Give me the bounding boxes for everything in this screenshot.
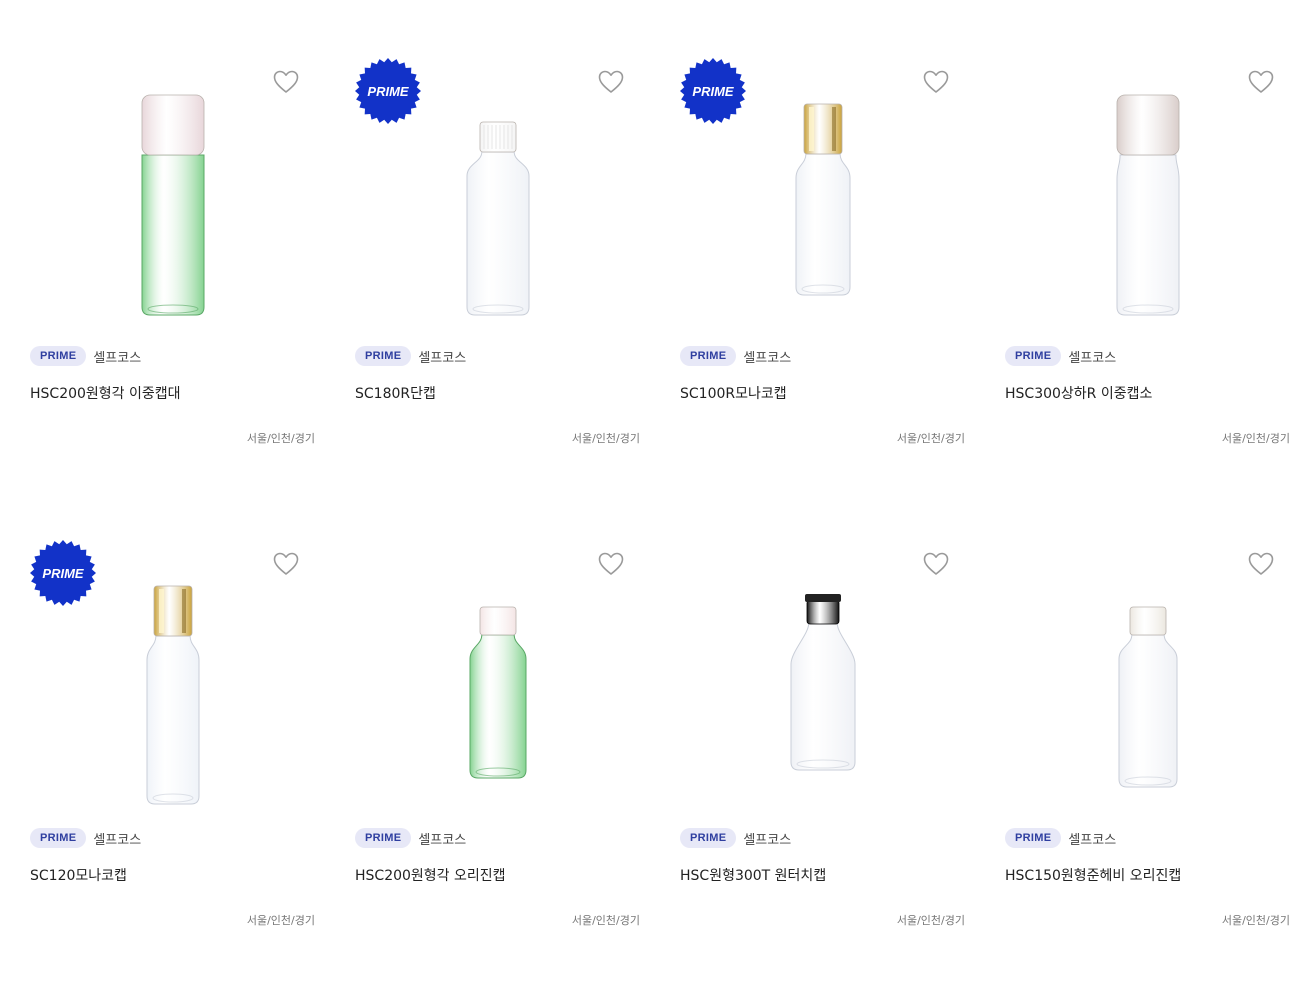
meta-row: PRIME 셀프코스 bbox=[355, 827, 640, 849]
product-grid: PRIME 셀프코스 HSC200원형각 이중캡대 서울/인천/경기 PRIME… bbox=[30, 40, 1294, 1004]
brand-name: 셀프코스 bbox=[93, 832, 142, 848]
bottle-illustration bbox=[141, 94, 204, 316]
product-card[interactable]: PRIME 셀프코스 HSC200원형각 오리진캡 서울/인천/경기 bbox=[355, 522, 640, 1004]
delivery-region: 서울/인천/경기 bbox=[896, 914, 965, 927]
product-name[interactable]: HSC300상하R 이중캡소 bbox=[1005, 383, 1290, 403]
meta-row: PRIME 셀프코스 bbox=[680, 827, 965, 849]
bottle-illustration bbox=[146, 585, 199, 805]
bottle-illustration bbox=[795, 103, 850, 296]
product-card[interactable]: PRIME 셀프코스 HSC원형300T 원터치캡 서울/인천/경기 bbox=[680, 522, 965, 1004]
product-name[interactable]: HSC원형300T 원터치캡 bbox=[680, 865, 965, 885]
delivery-region: 서울/인천/경기 bbox=[1221, 914, 1290, 927]
product-card[interactable]: PRIME PRIME 셀프코스 SC120모나코캡 서울/인천/경기 bbox=[30, 522, 315, 1004]
heart-icon[interactable] bbox=[273, 70, 299, 94]
delivery-region: 서울/인천/경기 bbox=[246, 914, 315, 927]
meta-row: PRIME 셀프코스 bbox=[30, 345, 315, 367]
heart-icon[interactable] bbox=[598, 552, 624, 576]
product-name[interactable]: SC180R단캡 bbox=[355, 383, 640, 403]
product-name[interactable]: HSC200원형각 오리진캡 bbox=[355, 865, 640, 885]
heart-icon[interactable] bbox=[1248, 70, 1274, 94]
product-image[interactable] bbox=[680, 522, 965, 812]
product-card[interactable]: PRIME PRIME 셀프코스 SC100R모나코캡 서울/인천/경기 bbox=[680, 40, 965, 522]
delivery-region: 서울/인천/경기 bbox=[571, 432, 640, 445]
prime-tag: PRIME bbox=[680, 346, 737, 366]
heart-icon[interactable] bbox=[598, 70, 624, 94]
heart-icon[interactable] bbox=[923, 552, 949, 576]
delivery-region: 서울/인천/경기 bbox=[246, 432, 315, 445]
delivery-region: 서울/인천/경기 bbox=[571, 914, 640, 927]
delivery-region: 서울/인천/경기 bbox=[1221, 432, 1290, 445]
brand-name: 셀프코스 bbox=[418, 350, 467, 366]
heart-icon[interactable] bbox=[1248, 552, 1274, 576]
bottle-illustration bbox=[790, 594, 855, 771]
prime-tag: PRIME bbox=[680, 828, 737, 848]
product-image[interactable] bbox=[1005, 522, 1290, 812]
product-card[interactable]: PRIME 셀프코스 HSC200원형각 이중캡대 서울/인천/경기 bbox=[30, 40, 315, 522]
product-image[interactable] bbox=[355, 522, 640, 812]
heart-icon[interactable] bbox=[923, 70, 949, 94]
prime-tag: PRIME bbox=[30, 346, 87, 366]
product-name[interactable]: HSC150원형준헤비 오리진캡 bbox=[1005, 865, 1290, 885]
product-image[interactable] bbox=[1005, 40, 1290, 330]
meta-row: PRIME 셀프코스 bbox=[30, 827, 315, 849]
prime-tag: PRIME bbox=[355, 346, 412, 366]
prime-tag: PRIME bbox=[1005, 346, 1062, 366]
bottle-illustration bbox=[1118, 606, 1177, 788]
brand-name: 셀프코스 bbox=[93, 350, 142, 366]
meta-row: PRIME 셀프코스 bbox=[1005, 345, 1290, 367]
delivery-region: 서울/인천/경기 bbox=[896, 432, 965, 445]
meta-row: PRIME 셀프코스 bbox=[1005, 827, 1290, 849]
prime-tag: PRIME bbox=[1005, 828, 1062, 848]
brand-name: 셀프코스 bbox=[743, 350, 792, 366]
product-image[interactable]: PRIME bbox=[680, 40, 965, 330]
brand-name: 셀프코스 bbox=[1068, 350, 1117, 366]
product-image[interactable]: PRIME bbox=[355, 40, 640, 330]
prime-tag: PRIME bbox=[30, 828, 87, 848]
meta-row: PRIME 셀프코스 bbox=[680, 345, 965, 367]
product-card[interactable]: PRIME PRIME 셀프코스 SC180R단캡 서울/인천/경기 bbox=[355, 40, 640, 522]
meta-row: PRIME 셀프코스 bbox=[355, 345, 640, 367]
product-card[interactable]: PRIME 셀프코스 HSC150원형준헤비 오리진캡 서울/인천/경기 bbox=[1005, 522, 1290, 1004]
brand-name: 셀프코스 bbox=[743, 832, 792, 848]
product-image[interactable] bbox=[30, 40, 315, 330]
bottle-illustration bbox=[466, 121, 529, 316]
product-name[interactable]: HSC200원형각 이중캡대 bbox=[30, 383, 315, 403]
product-name[interactable]: SC100R모나코캡 bbox=[680, 383, 965, 403]
product-name[interactable]: SC120모나코캡 bbox=[30, 865, 315, 885]
bottle-illustration bbox=[1116, 94, 1179, 316]
product-image[interactable]: PRIME bbox=[30, 522, 315, 812]
bottle-illustration bbox=[469, 606, 526, 779]
product-card[interactable]: PRIME 셀프코스 HSC300상하R 이중캡소 서울/인천/경기 bbox=[1005, 40, 1290, 522]
brand-name: 셀프코스 bbox=[1068, 832, 1117, 848]
heart-icon[interactable] bbox=[273, 552, 299, 576]
brand-name: 셀프코스 bbox=[418, 832, 467, 848]
prime-tag: PRIME bbox=[355, 828, 412, 848]
